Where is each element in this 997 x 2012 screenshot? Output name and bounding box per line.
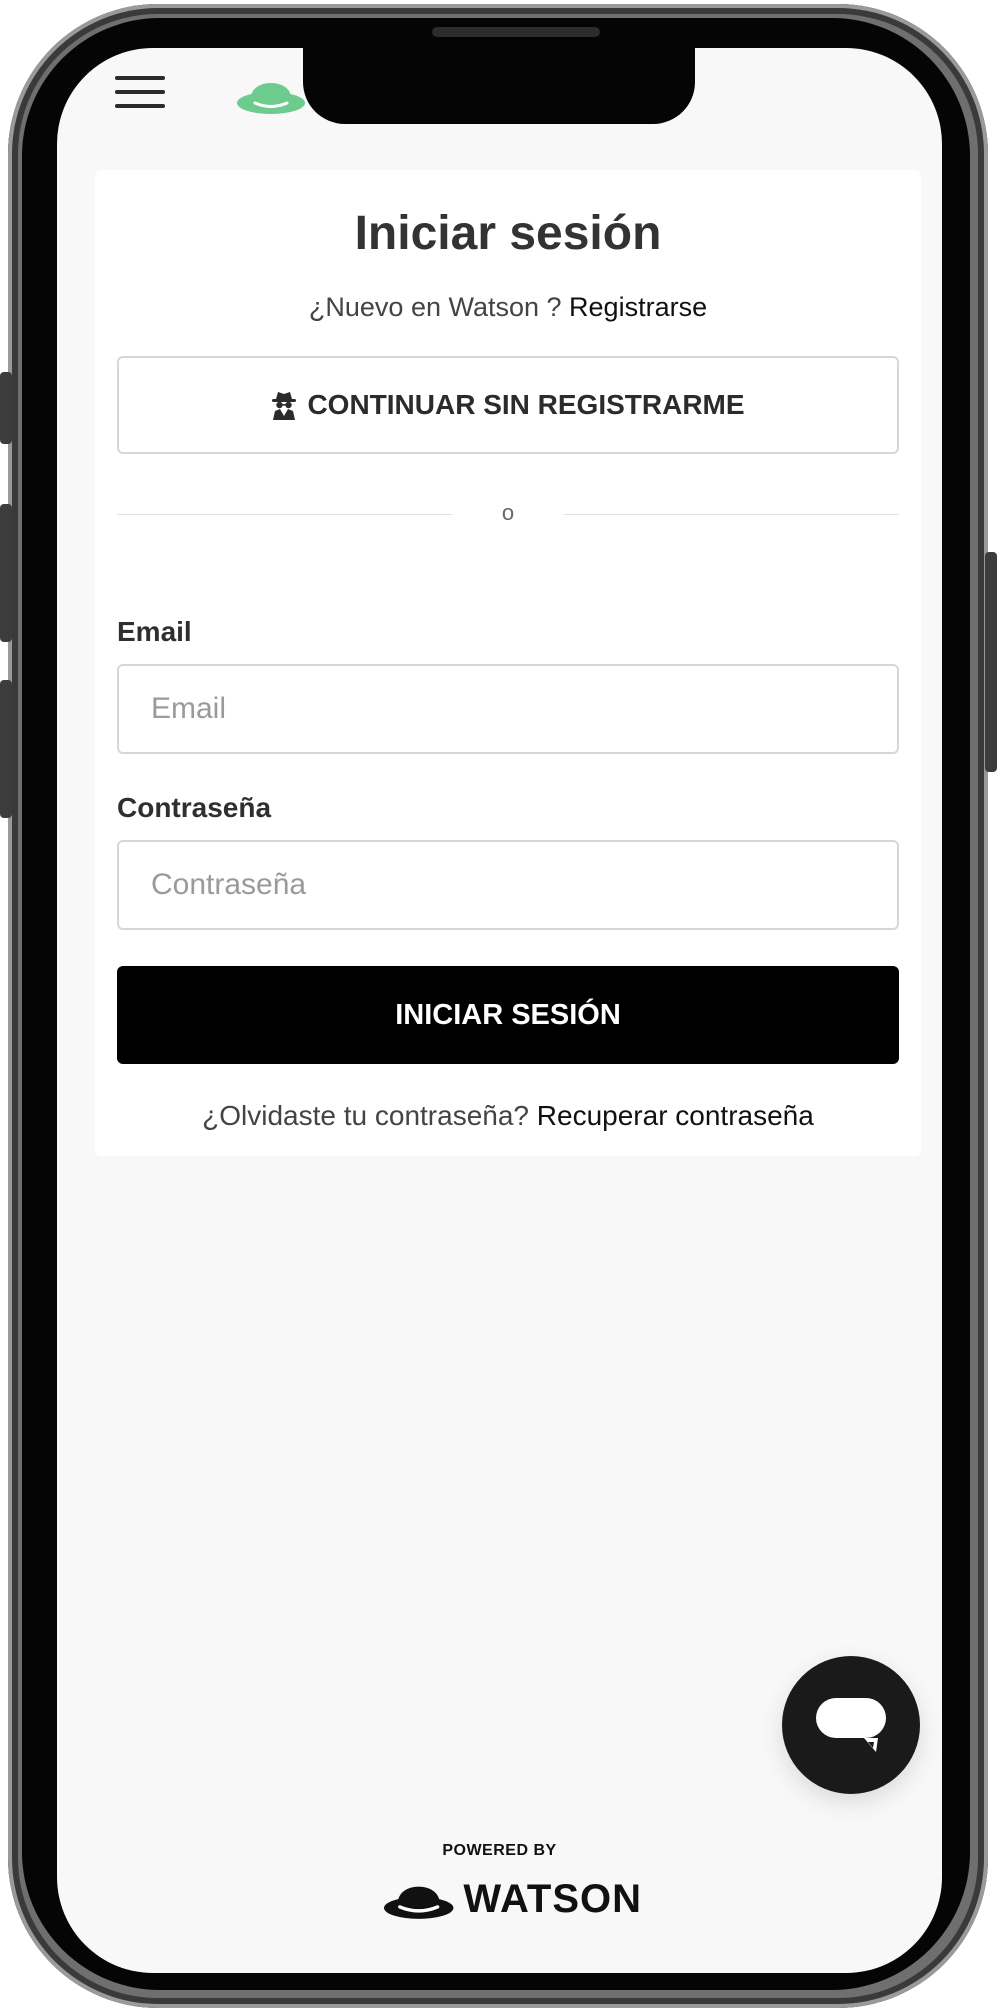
login-card: Iniciar sesión ¿Nuevo en Watson ? Regist… [95,170,921,1156]
forgot-password-text: ¿Olvidaste tu contraseña? [202,1100,537,1131]
volume-down-button [0,680,12,818]
forgot-password-prompt: ¿Olvidaste tu contraseña? Recuperar cont… [95,1100,921,1132]
signup-prompt: ¿Nuevo en Watson ? Registrarse [95,292,921,323]
password-field[interactable] [117,840,899,930]
page-title: Iniciar sesión [354,207,662,260]
mute-switch [0,372,12,444]
spy-icon [272,392,297,420]
watson-brand: WATSON [382,1874,642,1924]
or-divider-text: o [501,500,515,525]
signup-prompt-text: ¿Nuevo en Watson ? [308,292,570,322]
bowler-hat-icon[interactable] [235,70,307,116]
email-field[interactable] [117,664,899,754]
hamburger-menu-icon[interactable] [115,74,165,110]
bowler-hat-icon [383,1886,454,1919]
email-label: Email [117,616,192,647]
volume-up-button [0,504,12,642]
recover-password-link[interactable]: Recuperar contraseña [537,1100,814,1131]
power-button [985,552,997,772]
password-label: Contraseña [117,792,272,823]
screen: Iniciar sesión ¿Nuevo en Watson ? Regist… [57,48,942,1973]
brand-name: WATSON [463,1876,642,1921]
chat-bubble-icon [816,1698,886,1752]
powered-by-label: POWERED BY [442,1842,557,1859]
continue-without-registering-label: CONTINUAR SIN REGISTRARME [307,389,745,420]
notch [303,42,695,124]
login-button[interactable]: INICIAR SESIÓN [117,966,899,1064]
or-divider: o [117,500,899,530]
continue-without-registering-button[interactable]: CONTINUAR SIN REGISTRARME [117,356,899,454]
speaker-grille [432,27,600,37]
chat-button[interactable] [782,1656,920,1794]
register-link[interactable]: Registrarse [569,292,707,322]
